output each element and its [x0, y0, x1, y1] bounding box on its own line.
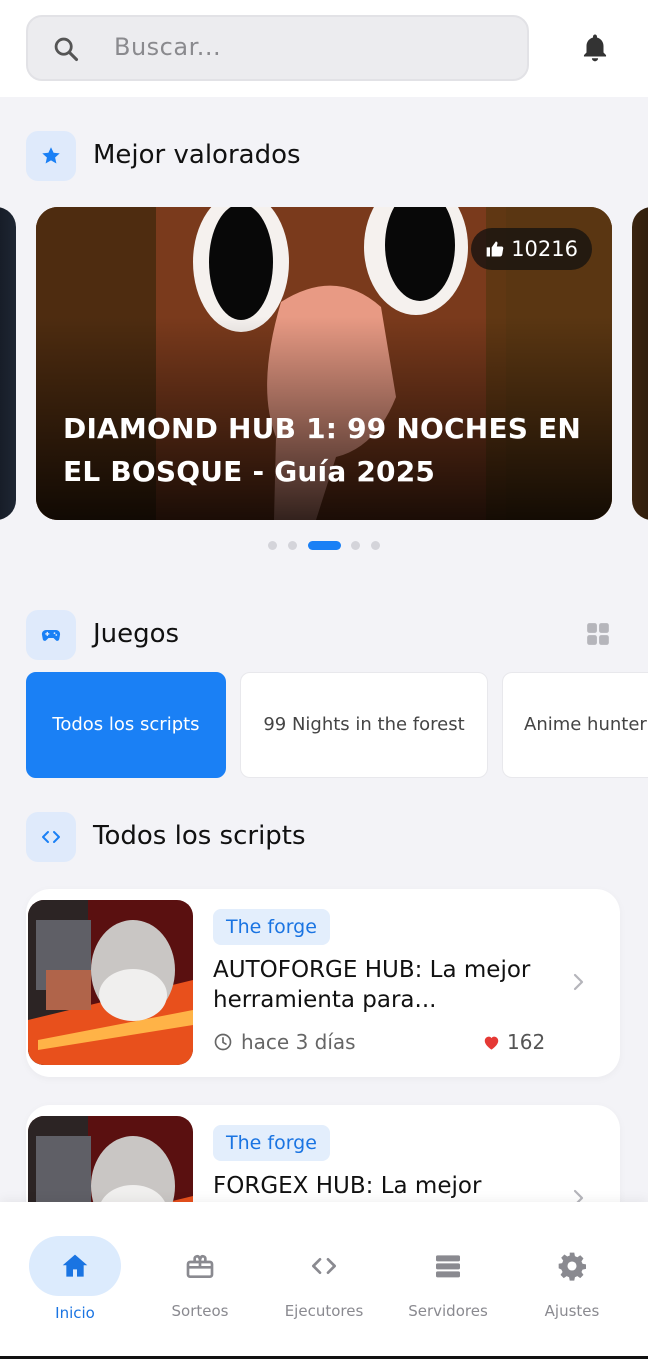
chip-99-nights[interactable]: 99 Nights in the forest	[240, 672, 488, 778]
bell-icon[interactable]	[578, 30, 612, 66]
likes-count: 10216	[511, 237, 578, 261]
game-tag: The forge	[213, 1125, 330, 1161]
code-icon	[312, 1258, 336, 1274]
top-rated-carousel[interactable]: 10216 DIAMOND HUB 1: 99 NOCHES EN EL BOS…	[0, 207, 648, 520]
nav-label: Inicio	[55, 1304, 95, 1322]
servers-icon	[436, 1255, 460, 1278]
carousel-card-prev[interactable]	[0, 207, 16, 520]
nav-label: Ejecutores	[284, 1302, 364, 1320]
chip-anime-hunter[interactable]: Anime hunter	[502, 672, 648, 778]
star-badge	[26, 131, 76, 181]
clock-icon	[214, 1033, 232, 1051]
nav-inicio[interactable]: Inicio	[13, 1202, 137, 1359]
games-chip-list: Todos los scripts 99 Nights in the fores…	[26, 672, 648, 778]
thumbs-up-icon	[486, 241, 504, 257]
gamepad-icon	[41, 630, 61, 641]
search-icon	[54, 37, 79, 62]
script-title: FORGEX HUB: La mejor	[213, 1173, 482, 1199]
home-icon	[62, 1254, 88, 1277]
game-tag: The forge	[213, 909, 330, 945]
nav-sorteos[interactable]: Sorteos	[138, 1202, 262, 1359]
script-thumbnail	[28, 900, 193, 1065]
carousel-card-next[interactable]	[632, 207, 648, 520]
gamepad-badge	[26, 610, 76, 660]
star-icon	[42, 147, 60, 164]
pager-dot-active[interactable]	[308, 541, 341, 550]
script-card[interactable]: The forge AUTOFORGE HUB: La mejor herram…	[26, 889, 620, 1077]
nav-ajustes[interactable]: Ajustes	[510, 1202, 634, 1359]
script-likes: 162	[482, 1030, 545, 1054]
carousel-card-current[interactable]: 10216 DIAMOND HUB 1: 99 NOCHES EN EL BOS…	[36, 207, 612, 520]
section-title: Juegos	[93, 619, 180, 649]
scripts-header: Todos los scripts	[26, 812, 626, 862]
nav-servidores[interactable]: Servidores	[386, 1202, 510, 1359]
pager-dot[interactable]	[351, 541, 360, 550]
script-title: AUTOFORGE HUB: La mejor herramienta para…	[213, 957, 531, 1013]
code-badge	[26, 812, 76, 862]
grid-view-icon[interactable]	[585, 621, 611, 647]
nav-label: Ajustes	[544, 1302, 600, 1320]
search-box[interactable]: Buscar...	[26, 15, 529, 81]
bottom-navigation: Inicio Sorteos Ejecutores Servidores Aju…	[0, 1202, 648, 1359]
code-icon	[42, 831, 60, 843]
pager-dot[interactable]	[268, 541, 277, 550]
chip-all-scripts[interactable]: Todos los scripts	[26, 672, 226, 778]
search-input[interactable]: Buscar...	[114, 33, 221, 61]
heart-icon	[484, 1036, 499, 1050]
carousel-pager	[0, 540, 648, 550]
nav-label: Servidores	[408, 1302, 488, 1320]
top-rated-header: Mejor valorados	[26, 131, 626, 181]
hero-title: DIAMOND HUB 1: 99 NOCHES EN EL BOSQUE - …	[63, 412, 582, 488]
section-title: Todos los scripts	[93, 821, 306, 851]
likes-badge: 10216	[471, 228, 592, 270]
top-bar: Buscar...	[0, 0, 648, 97]
script-time: hace 3 días	[213, 1030, 356, 1054]
gear-icon	[558, 1252, 586, 1281]
pager-dot[interactable]	[371, 541, 380, 550]
games-header: Juegos	[26, 610, 626, 660]
chevron-right-icon	[573, 973, 584, 991]
section-title: Mejor valorados	[93, 140, 301, 170]
gift-icon	[186, 1255, 214, 1278]
nav-label: Sorteos	[171, 1302, 229, 1320]
nav-ejecutores[interactable]: Ejecutores	[262, 1202, 386, 1359]
pager-dot[interactable]	[288, 541, 297, 550]
likes-count: 162	[507, 1030, 546, 1054]
time-label: hace 3 días	[241, 1030, 356, 1054]
